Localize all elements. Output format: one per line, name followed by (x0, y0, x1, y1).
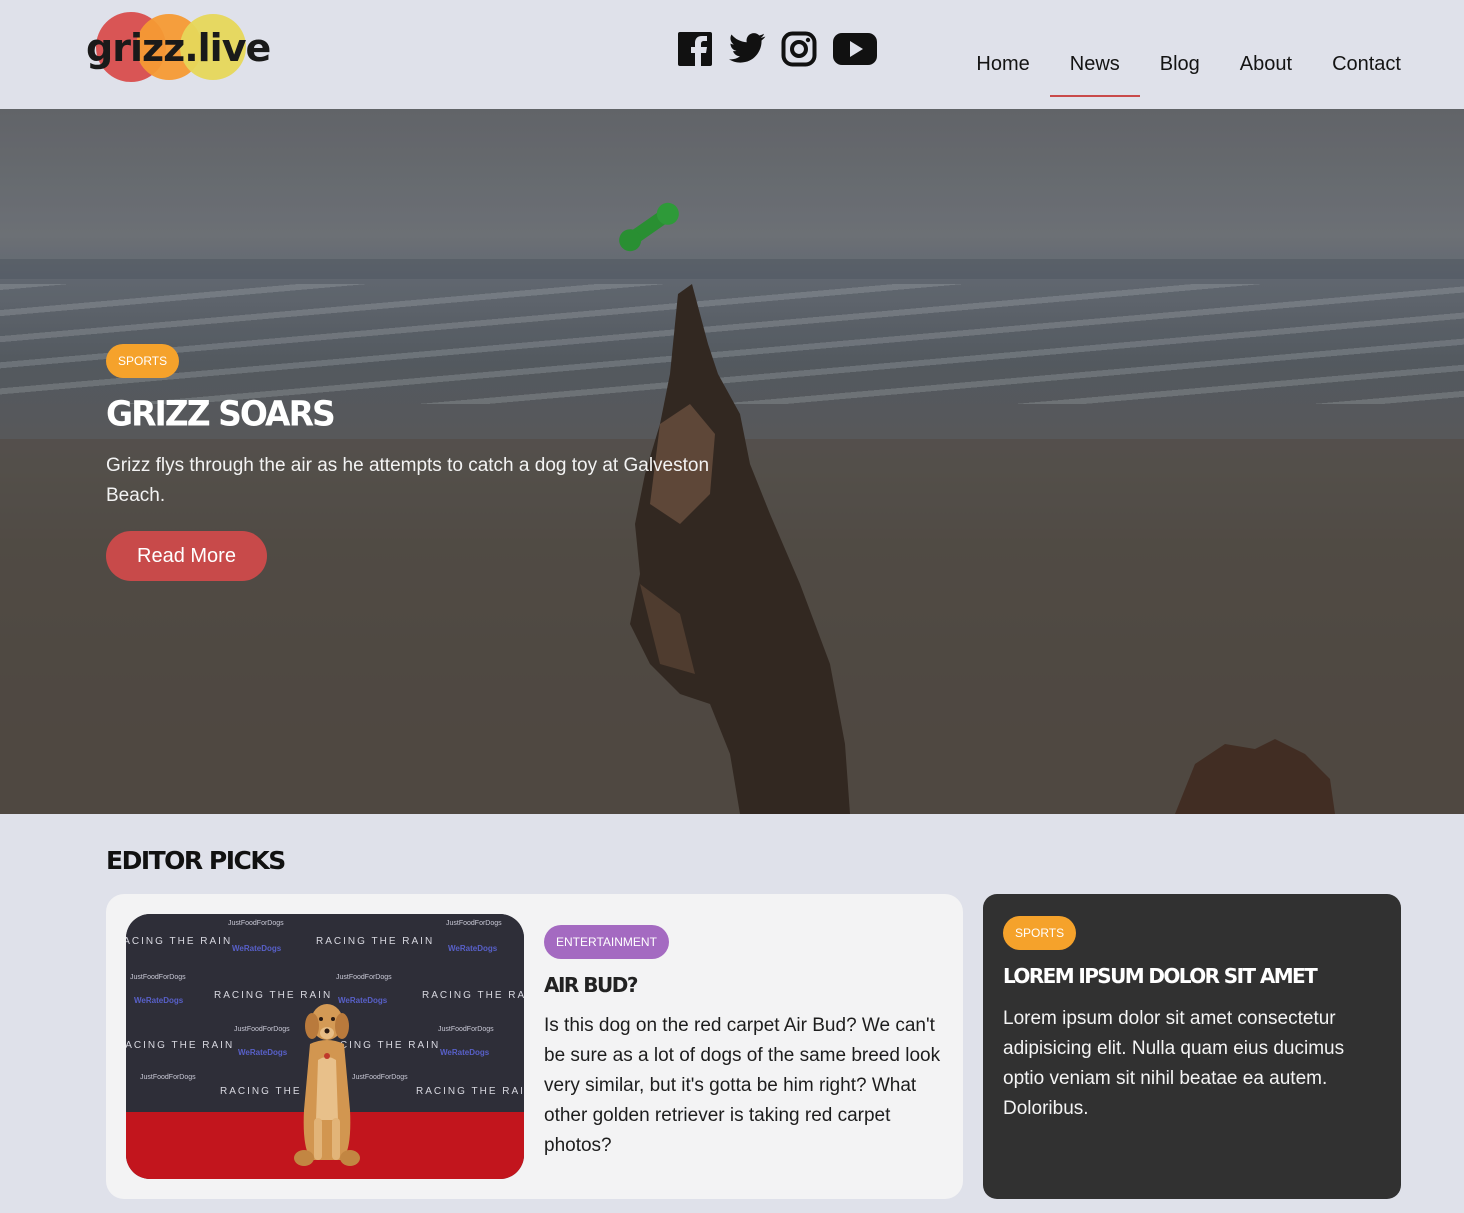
entertainment-badge[interactable]: ENTERTAINMENT (544, 925, 669, 959)
youtube-icon[interactable] (832, 30, 878, 68)
nav-contact[interactable]: Contact (1312, 13, 1401, 97)
social-links (676, 30, 878, 68)
twitter-icon[interactable] (728, 30, 766, 68)
facebook-icon[interactable] (676, 30, 714, 68)
backdrop-rated: WeRateDogs (440, 1048, 490, 1057)
site-header: grizz.live Home News Blog About Contact (0, 0, 1464, 109)
main-nav: Home News Blog About Contact (956, 0, 1401, 109)
golden-retriever-image (294, 1004, 360, 1166)
read-more-button[interactable]: Read More (106, 531, 267, 581)
backdrop-rated: WeRateDogs (134, 996, 184, 1005)
nav-news[interactable]: News (1049, 13, 1140, 97)
nav-home[interactable]: Home (956, 13, 1049, 97)
instagram-icon[interactable] (780, 30, 818, 68)
backdrop-brand: JustFoodForDogs (234, 1026, 290, 1033)
backdrop-brand: JustFoodForDogs (438, 1026, 494, 1033)
backdrop-racing: RACING THE RAIN (422, 990, 524, 1001)
featured-article-title[interactable]: AIR BUD? (544, 973, 944, 997)
backdrop-racing: RACING THE RAIN (416, 1086, 524, 1097)
backdrop-racing: RACING THE RAIN (126, 936, 233, 947)
backdrop-brand: JustFoodForDogs (130, 974, 186, 981)
hero-category-badge[interactable]: SPORTS (106, 344, 180, 378)
backdrop-rated: WeRateDogs (448, 944, 498, 953)
nav-blog[interactable]: Blog (1140, 13, 1220, 97)
featured-article-description: Is this dog on the red carpet Air Bud? W… (544, 1015, 941, 1156)
site-logo[interactable]: grizz.live (86, 12, 276, 84)
secondary-article-title[interactable]: LOREM IPSUM DOLOR SIT AMET (1003, 964, 1383, 988)
backdrop-brand: JustFoodForDogs (446, 920, 502, 927)
secondary-article-description: Lorem ipsum dolor sit amet consectetur a… (1003, 1008, 1345, 1119)
nav-about[interactable]: About (1220, 13, 1312, 97)
backdrop-brand: JustFoodForDogs (336, 974, 392, 981)
hero-banner: SPORTS GRIZZ SOARS Grizz flys through th… (0, 109, 1464, 814)
backdrop-racing: RACING THE RAIN (126, 1040, 235, 1051)
featured-article-body: ENTERTAINMENT AIR BUD? Is this dog on th… (544, 925, 944, 1161)
backdrop-rated: WeRateDogs (232, 944, 282, 953)
red-carpet-dog-photo: JustFoodForDogs JustFoodForDogs RACING T… (126, 914, 524, 1179)
logo-text: grizz.live (86, 26, 271, 70)
backdrop-brand: JustFoodForDogs (140, 1074, 196, 1081)
editor-picks-heading: EDITOR PICKS (106, 846, 286, 875)
secondary-article-card[interactable]: SPORTS LOREM IPSUM DOLOR SIT AMET Lorem … (983, 894, 1401, 1199)
backdrop-racing: RACING THE RAIN (316, 936, 435, 947)
featured-article-card[interactable]: JustFoodForDogs JustFoodForDogs RACING T… (106, 894, 963, 1199)
hero-description: Grizz flys through the air as he attempt… (106, 455, 710, 506)
backdrop-brand: JustFoodForDogs (228, 920, 284, 927)
hero-title: GRIZZ SOARS (106, 393, 336, 434)
hero-content: SPORTS GRIZZ SOARS Grizz flys through th… (106, 344, 746, 581)
backdrop-rated: WeRateDogs (238, 1048, 288, 1057)
sports-badge[interactable]: SPORTS (1003, 916, 1077, 950)
secondary-article-body: SPORTS LOREM IPSUM DOLOR SIT AMET Lorem … (1003, 916, 1383, 1124)
